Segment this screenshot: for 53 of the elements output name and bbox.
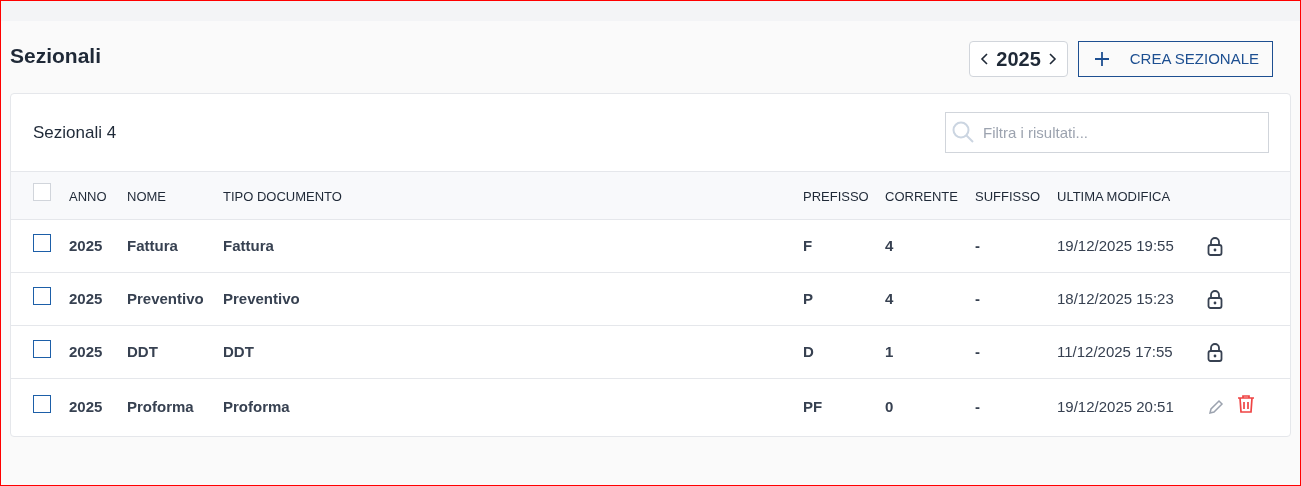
table-cell: - (975, 398, 980, 416)
table-cell: 1 (885, 343, 894, 360)
chevron-right-icon[interactable] (1046, 52, 1057, 66)
lock-icon (1207, 289, 1223, 309)
column-header: PREFISSO (803, 188, 869, 204)
column-header: ANNO (69, 188, 107, 204)
table-cell: 2025 (69, 237, 103, 254)
create-button[interactable]: CREA SEZIONALE (1077, 41, 1273, 77)
page-title: Sezionali (10, 43, 102, 70)
table-cell: - (975, 343, 980, 360)
column-header: SUFFISSO (975, 188, 1040, 204)
year-label: 2025 (996, 47, 1041, 72)
chevron-left-icon[interactable] (980, 52, 991, 66)
trash-icon[interactable] (1237, 394, 1255, 415)
table-cell: 19/12/2025 19:55 (1057, 237, 1174, 254)
table-cell: Fattura (127, 237, 178, 254)
column-header: NOME (127, 188, 166, 204)
card-title: Sezionali 4 (33, 121, 117, 144)
table-cell: Preventivo (223, 290, 300, 307)
table-cell: PF (803, 398, 823, 416)
table-cell: 2025 (69, 290, 103, 307)
table-cell: P (803, 290, 813, 307)
row-checkbox[interactable] (33, 233, 51, 252)
table-cell: 19/12/2025 20:51 (1057, 398, 1174, 416)
row-checkbox[interactable] (33, 286, 51, 305)
search-icon (951, 120, 975, 144)
table-cell: 4 (885, 290, 894, 307)
table-cell: 18/12/2025 15:23 (1057, 290, 1174, 307)
table-cell: 2025 (69, 343, 103, 360)
plus-icon (1093, 51, 1110, 67)
select-all-checkbox[interactable] (33, 183, 51, 201)
lock-icon (1207, 342, 1223, 362)
table-cell: - (975, 237, 980, 254)
table-cell: 2025 (69, 398, 103, 416)
column-header: ULTIMA MODIFICA (1057, 188, 1171, 204)
table-cell: Proforma (127, 398, 194, 416)
search-field[interactable]: Filtra i risultati... (945, 112, 1269, 153)
table-cell: 11/12/2025 17:55 (1057, 343, 1173, 360)
table-cell: - (975, 290, 980, 307)
row-checkbox[interactable] (33, 339, 51, 358)
lock-icon (1207, 236, 1223, 256)
table-cell: 4 (885, 237, 894, 254)
table-cell: Preventivo (127, 290, 204, 307)
table-cell: D (803, 343, 814, 360)
table-cell: Fattura (223, 237, 274, 254)
row-checkbox[interactable] (33, 394, 51, 413)
table-cell: DDT (223, 343, 254, 360)
table-cell: Proforma (223, 398, 290, 416)
column-header: TIPO DOCUMENTO (223, 188, 342, 204)
table-cell: F (803, 237, 813, 254)
column-header: CORRENTE (885, 188, 958, 204)
table-cell: 0 (885, 398, 894, 416)
table-cell: DDT (127, 343, 158, 360)
